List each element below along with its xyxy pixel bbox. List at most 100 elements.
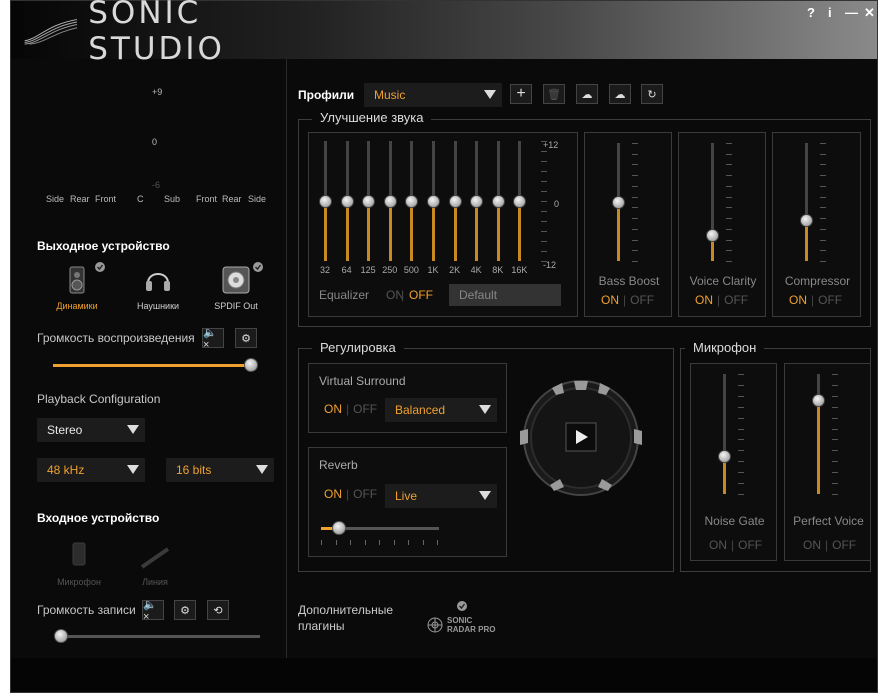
- off-option[interactable]: OFF: [832, 538, 856, 552]
- on-option[interactable]: ON: [695, 293, 713, 307]
- device-microphone[interactable]: Микрофон: [53, 541, 105, 587]
- slider-tick: [726, 207, 732, 209]
- eq-band-fill: [432, 201, 435, 261]
- on-option[interactable]: ON: [324, 402, 342, 416]
- noise-gate-toggle[interactable]: ON | OFF: [709, 538, 762, 552]
- slider-tick: [632, 250, 638, 252]
- eq-band-fill: [496, 201, 500, 261]
- eq-band-slider[interactable]: [470, 195, 484, 208]
- profile-select[interactable]: Music: [364, 83, 502, 107]
- playback-settings-button[interactable]: ⚙: [235, 328, 257, 348]
- eq-band-slider[interactable]: [362, 195, 376, 208]
- off-option[interactable]: OFF: [353, 487, 377, 501]
- off-option[interactable]: OFF: [353, 402, 377, 416]
- slider-knob[interactable]: [718, 449, 731, 463]
- surround-mode-select[interactable]: Balanced: [385, 398, 497, 422]
- reverb-mode-select[interactable]: Live: [385, 484, 497, 508]
- off-option[interactable]: OFF: [738, 538, 762, 552]
- playback-volume-slider[interactable]: [243, 358, 258, 372]
- on-option[interactable]: ON: [324, 487, 342, 501]
- plugins-label-line2: плагины: [298, 619, 345, 633]
- compressor-label: Compressor: [784, 274, 851, 288]
- reverb-tick: [350, 540, 351, 545]
- download-profile-button[interactable]: ☁: [609, 84, 631, 104]
- close-button[interactable]: ✕: [864, 5, 875, 21]
- device-line-in[interactable]: Линия: [129, 541, 181, 587]
- bit-depth-select[interactable]: 16 bits: [166, 458, 274, 482]
- on-option[interactable]: ON: [709, 538, 727, 552]
- help-button[interactable]: ?: [807, 5, 815, 20]
- cable-icon: [140, 547, 170, 569]
- slider-knob[interactable]: [612, 196, 625, 209]
- on-option[interactable]: ON: [789, 293, 807, 307]
- playback-volume-fill: [53, 364, 251, 367]
- chevron-down-icon: [127, 425, 139, 434]
- eq-band-slider[interactable]: [405, 195, 419, 208]
- equalizer-off-toggle[interactable]: OFF: [409, 288, 433, 302]
- voice-clarity-toggle[interactable]: ON | OFF: [695, 293, 748, 307]
- delete-profile-button[interactable]: 🗑: [543, 84, 565, 104]
- sample-rate-select[interactable]: 48 kHz: [37, 458, 145, 482]
- eq-band-label: 2K: [449, 265, 461, 275]
- surround-speaker-wheel[interactable]: [516, 373, 646, 503]
- eq-band-slider[interactable]: [513, 195, 527, 208]
- eq-band-slider[interactable]: [448, 195, 462, 208]
- record-settings-button[interactable]: ⚙: [174, 600, 196, 620]
- on-option[interactable]: ON: [601, 293, 619, 307]
- virtual-surround-toggle[interactable]: ON | OFF: [324, 402, 377, 416]
- eq-band-slider[interactable]: [340, 195, 354, 208]
- slider-tick: [820, 175, 826, 177]
- virtual-surround-panel: Virtual Surround ON | OFF Balanced: [308, 363, 507, 433]
- reset-profile-button[interactable]: ↻: [641, 84, 663, 104]
- slider-tick: [738, 439, 744, 441]
- sample-rate-value: 48 kHz: [47, 463, 85, 477]
- minimize-button[interactable]: —: [845, 5, 858, 20]
- eq-band-fill: [388, 201, 392, 261]
- mute-playback-button[interactable]: 🔈×: [202, 327, 224, 351]
- add-profile-button[interactable]: +: [510, 84, 532, 104]
- slider-tick: [820, 228, 826, 230]
- eq-band-fill: [367, 201, 371, 261]
- playback-config-select[interactable]: Stereo: [37, 418, 145, 442]
- compressor-toggle[interactable]: ON | OFF: [789, 293, 842, 307]
- eq-band-slider[interactable]: [491, 195, 505, 208]
- slider-tick: [738, 417, 744, 419]
- eq-scale-tick: [541, 151, 547, 152]
- off-option[interactable]: OFF: [724, 293, 748, 307]
- perfect-voice-toggle[interactable]: ON | OFF: [803, 538, 856, 552]
- eq-band-slider[interactable]: [427, 195, 440, 208]
- record-volume-slider[interactable]: [54, 629, 69, 643]
- reverb-toggle[interactable]: ON | OFF: [324, 487, 377, 501]
- reverb-tick: [321, 540, 322, 545]
- slider-tick: [832, 461, 838, 463]
- bass-boost-toggle[interactable]: ON | OFF: [601, 293, 654, 307]
- slider-fill: [617, 202, 620, 261]
- upload-profile-button[interactable]: ☁: [576, 84, 598, 104]
- bottom-bar: [11, 658, 877, 692]
- slider-knob[interactable]: [812, 394, 825, 408]
- reverb-slider[interactable]: [331, 521, 346, 535]
- device-headphones[interactable]: Наушники: [132, 265, 184, 311]
- channel-front-right: Front: [196, 194, 218, 204]
- slider-tick: [738, 395, 744, 397]
- info-button[interactable]: i: [828, 5, 832, 20]
- off-option[interactable]: OFF: [630, 293, 654, 307]
- bass-boost-panel: Bass Boost ON | OFF: [584, 132, 672, 317]
- eq-band-slider[interactable]: [383, 195, 397, 208]
- sonic-radar-pro-plugin[interactable]: SONIC RADAR PRO: [427, 615, 509, 637]
- slider-knob[interactable]: [706, 229, 719, 243]
- off-option[interactable]: OFF: [818, 293, 842, 307]
- loopback-button[interactable]: ⟲: [207, 600, 229, 620]
- slider-tick: [726, 153, 732, 155]
- title-bar: SONIC STUDIO ? i — ✕: [11, 0, 877, 67]
- profile-value: Music: [374, 88, 406, 102]
- speaker-icon: [69, 266, 85, 294]
- eq-band-label: 32: [319, 265, 330, 275]
- mute-record-button[interactable]: 🔈×: [142, 599, 164, 623]
- slider-tick: [632, 143, 638, 144]
- on-option[interactable]: ON: [803, 538, 821, 552]
- slider-knob[interactable]: [800, 213, 813, 227]
- eq-preset-select[interactable]: Default: [449, 284, 561, 306]
- eq-band-slider[interactable]: [319, 195, 332, 208]
- slider-tick: [632, 218, 638, 220]
